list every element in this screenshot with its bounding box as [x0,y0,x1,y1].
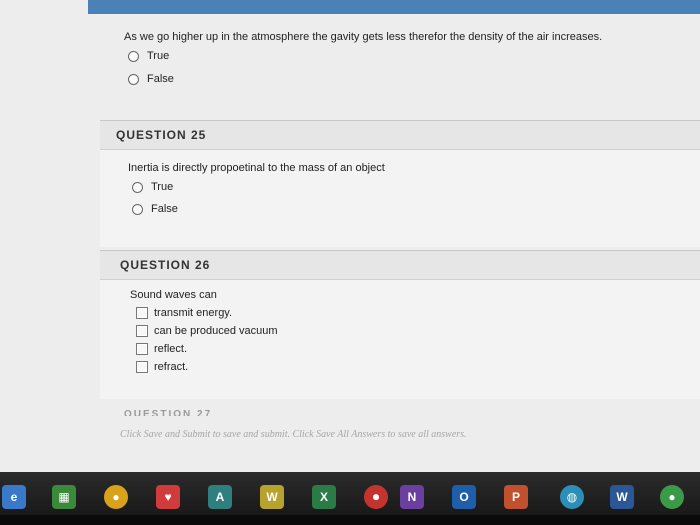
q25-text: Inertia is directly propoetinal to the m… [128,162,385,174]
radio-icon[interactable] [128,50,139,62]
option-label: can be produced vacuum [154,325,278,337]
question-number: QUESTION 26 [120,258,211,272]
checkbox-icon[interactable] [136,343,148,355]
browser-window: As we go higher up in the atmosphere the… [0,0,700,472]
edge-icon[interactable]: e [2,485,26,509]
monitor-bezel [0,515,700,525]
radio-icon[interactable] [132,203,143,215]
checkbox-icon[interactable] [136,361,148,373]
checkbox-icon[interactable] [136,325,148,337]
globe-icon[interactable]: ◍ [560,485,584,509]
q26-option-2[interactable]: can be produced vacuum [136,325,278,337]
app-red-icon[interactable]: ♥ [156,485,180,509]
q26-option-4[interactable]: refract. [136,361,188,373]
question-header: QUESTION 26 [100,251,700,280]
q26-option-1[interactable]: transmit energy. [136,307,232,319]
q24-option-true[interactable]: True [128,50,169,62]
chrome-icon[interactable]: ● [104,485,128,509]
option-label: False [151,203,178,215]
publisher-icon[interactable]: W [260,485,284,509]
option-label: True [151,181,174,193]
option-label: False [147,73,174,85]
submit-instructions: Click Save and Submit to save and submit… [120,429,467,440]
excel-icon[interactable]: X [312,485,336,509]
option-label: True [147,50,170,62]
q24-text: As we go higher up in the atmosphere the… [124,31,603,43]
q26-option-3[interactable]: reflect. [136,343,187,355]
powerpoint-icon[interactable]: P [504,485,528,509]
radio-icon[interactable] [132,181,143,193]
q24-option-false[interactable]: False [128,73,174,85]
question-header: QUESTION 25 [100,121,700,150]
word-icon[interactable]: W [610,485,634,509]
question-bar [88,0,700,14]
access-icon[interactable]: A [208,485,232,509]
question-number-27: QUESTION 27 [124,409,213,416]
option-label: refract. [154,361,189,373]
question-card-26: QUESTION 26 Sound waves can transmit ene… [100,250,700,399]
option-label: reflect. [154,343,188,355]
question-card-25: QUESTION 25 Inertia is directly propoeti… [100,120,700,247]
outlook-icon[interactable]: O [452,485,476,509]
checkbox-icon[interactable] [136,307,148,319]
q25-option-true[interactable]: True [132,181,173,193]
onenote-icon[interactable]: N [400,485,424,509]
store-icon[interactable]: ▦ [52,485,76,509]
option-label: transmit energy. [154,307,233,319]
chrome2-icon[interactable]: ● [660,485,684,509]
quiz-content: As we go higher up in the atmosphere the… [0,0,700,472]
record-icon[interactable]: ⏺ [364,485,388,509]
question-number: QUESTION 25 [116,128,207,142]
radio-icon[interactable] [128,73,139,85]
q26-text: Sound waves can [130,289,217,301]
q25-option-false[interactable]: False [132,203,178,215]
